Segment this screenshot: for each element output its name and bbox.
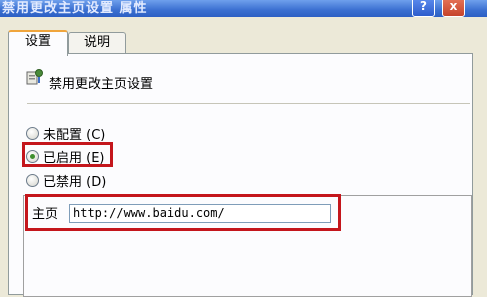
tab-explain[interactable]: 说明: [68, 32, 126, 55]
radio-button[interactable]: [26, 127, 39, 140]
enabled-highlight: [22, 142, 113, 167]
separator: [27, 103, 470, 104]
help-button[interactable]: ?: [412, 0, 435, 17]
policy-title: 禁用更改主页设置: [49, 77, 154, 92]
homepage-label: 主页: [32, 207, 59, 222]
radio-button[interactable]: [26, 174, 39, 187]
radio-label: 已禁用 (D): [43, 175, 107, 190]
homepage-input[interactable]: http://www.baidu.com/: [69, 204, 331, 223]
title-bar: 禁用更改主页设置 属性 ? x: [0, 0, 487, 17]
policy-setting-icon: [26, 69, 43, 85]
radio-label: 未配置 (C): [43, 128, 106, 143]
window-title: 禁用更改主页设置 属性: [2, 1, 148, 16]
tab-settings[interactable]: 设置: [8, 30, 68, 56]
settings-panel: 禁用更改主页设置 未配置 (C) 已启用 (E) 已禁用 (D) 主页 http…: [8, 53, 473, 297]
close-button[interactable]: x: [442, 0, 465, 17]
